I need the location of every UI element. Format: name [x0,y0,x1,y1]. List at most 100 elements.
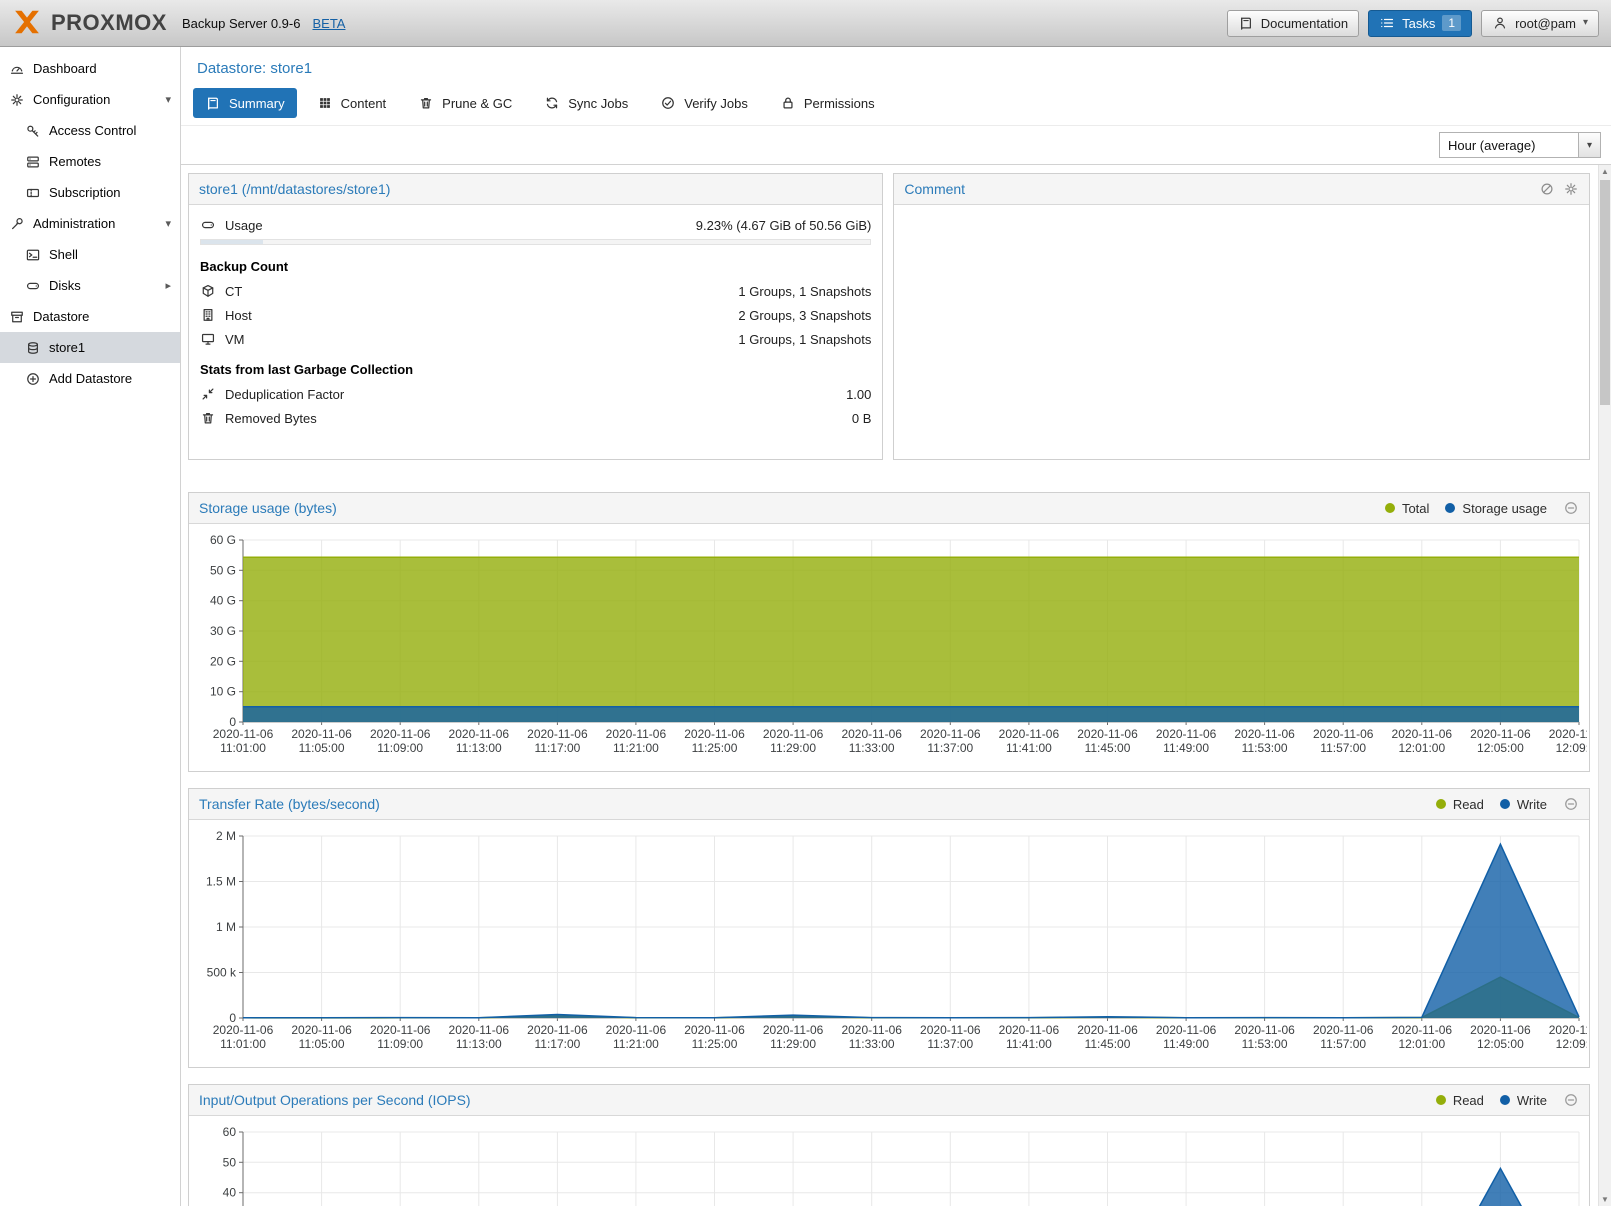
transfer-rate-chart-header: Transfer Rate (bytes/second) Read Write [189,789,1589,820]
gear-icon [9,92,25,108]
svg-text:2020-11-0611:21:00: 2020-11-0611:21:00 [606,1023,667,1051]
hdd-icon [25,278,41,294]
sidebar-item-datastore[interactable]: Datastore [0,301,180,332]
sidebar-item-store1[interactable]: store1 [0,332,180,363]
gear-icon[interactable] [1563,181,1579,197]
backup-count-row-vm: VM 1 Groups, 1 Snapshots [189,327,882,351]
sidebar-item-dashboard[interactable]: Dashboard [0,53,180,84]
sidebar-item-administration[interactable]: Administration ▾ [0,208,180,239]
tab-content[interactable]: Content [305,88,399,118]
storage-usage-chart-header: Storage usage (bytes) Total Storage usag… [189,493,1589,524]
transfer-rate-chart-title: Transfer Rate (bytes/second) [199,796,380,812]
svg-text:2020-11-0611:09:00: 2020-11-0611:09:00 [370,1023,431,1051]
svg-text:2020-11-0611:33:00: 2020-11-0611:33:00 [841,727,902,755]
vertical-scrollbar[interactable]: ▲ ▼ [1598,165,1611,1206]
chevron-down-icon[interactable]: ▾ [165,217,171,230]
svg-text:10 G: 10 G [210,685,236,699]
svg-text:2020-11-0611:05:00: 2020-11-0611:05:00 [291,727,352,755]
usage-progress-bar [200,239,871,245]
page-title: Datastore: store1 [181,47,1611,81]
svg-text:2020-11-0611:05:00: 2020-11-0611:05:00 [291,1023,352,1051]
chevron-down-icon[interactable]: ▾ [1578,133,1600,157]
servers-icon [25,154,41,170]
collapse-icon[interactable] [1563,500,1579,516]
legend-item-write[interactable]: Write [1500,1093,1547,1108]
timerange-select[interactable]: Hour (average) ▾ [1439,132,1601,158]
book-icon [1238,15,1254,31]
sidebar-item-disks[interactable]: Disks ▸ [0,270,180,301]
svg-text:0: 0 [229,1011,236,1025]
scroll-up-icon[interactable]: ▲ [1599,165,1611,178]
sync-icon [544,95,560,111]
tab-summary[interactable]: Summary [193,88,297,118]
comment-panel-body[interactable] [894,205,1589,221]
task-list-icon [1379,15,1395,31]
svg-text:2020-11-0611:57:00: 2020-11-0611:57:00 [1313,1023,1374,1051]
documentation-label: Documentation [1261,16,1348,31]
beta-link[interactable]: BETA [312,16,345,31]
svg-text:2020-11-0611:37:00: 2020-11-0611:37:00 [920,727,981,755]
sidebar-item-add-datastore[interactable]: Add Datastore [0,363,180,394]
tab-permissions[interactable]: Permissions [768,88,887,118]
svg-text:2020-11-0611:09:00: 2020-11-0611:09:00 [370,727,431,755]
legend-dot [1500,1095,1510,1105]
check-circle-icon [660,95,676,111]
svg-text:2020-11-0611:33:00: 2020-11-0611:33:00 [841,1023,902,1051]
wrench-icon [9,216,25,232]
sidebar-item-shell[interactable]: Shell [0,239,180,270]
svg-text:1.5 M: 1.5 M [206,875,236,889]
collapse-icon[interactable] [1563,1092,1579,1108]
scroll-down-icon[interactable]: ▼ [1599,1193,1611,1206]
sidebar-item-subscription[interactable]: Subscription [0,177,180,208]
svg-text:2020-11-0611:53:00: 2020-11-0611:53:00 [1234,727,1295,755]
legend-dot [1436,799,1446,809]
chevron-down-icon: ▾ [1583,18,1588,28]
svg-text:2020-11-0611:13:00: 2020-11-0611:13:00 [449,727,510,755]
tab-sync-jobs[interactable]: Sync Jobs [532,88,640,118]
iops-chart-title: Input/Output Operations per Second (IOPS… [199,1092,471,1108]
comment-panel: Comment [893,173,1590,460]
user-menu-button[interactable]: root@pam ▾ [1481,10,1599,37]
transfer-rate-chart: 2020-11-0611:01:002020-11-0611:05:002020… [189,820,1589,1067]
circle-slash-icon[interactable] [1539,181,1555,197]
svg-text:0: 0 [229,715,236,729]
body: Dashboard Configuration ▾ Access Control… [0,47,1611,1206]
gc-stats-heading: Stats from last Garbage Collection [189,351,882,382]
legend-item-read[interactable]: Read [1436,797,1484,812]
storage-usage-legend: Total Storage usage [1385,500,1579,516]
building-icon [200,307,216,323]
scrollbar-thumb[interactable] [1600,180,1610,405]
legend-item-total[interactable]: Total [1385,501,1429,516]
iops-chart-panel: Input/Output Operations per Second (IOPS… [188,1084,1590,1206]
chevron-down-icon[interactable]: ▾ [165,93,171,106]
sidebar-item-configuration[interactable]: Configuration ▾ [0,84,180,115]
tasks-button[interactable]: Tasks 1 [1368,10,1472,37]
tab-prune-gc[interactable]: Prune & GC [406,88,524,118]
sidebar-item-remotes[interactable]: Remotes [0,146,180,177]
svg-text:2020-11-0611:49:00: 2020-11-0611:49:00 [1156,1023,1217,1051]
chevron-right-icon[interactable]: ▸ [165,279,171,292]
storage-usage-chart-title: Storage usage (bytes) [199,500,337,516]
sidebar-item-access-control[interactable]: Access Control [0,115,180,146]
transfer-rate-legend: Read Write [1436,796,1579,812]
transfer-rate-chart-panel: Transfer Rate (bytes/second) Read Write [188,788,1590,1068]
iops-chart: 2020-11-0611:01:002020-11-0611:05:002020… [189,1116,1589,1206]
tab-verify-jobs[interactable]: Verify Jobs [648,88,760,118]
legend-item-read[interactable]: Read [1436,1093,1484,1108]
summary-toolbar: Hour (average) ▾ [181,125,1611,165]
datastore-usage-panel: store1 (/mnt/datastores/store1) Usage 9.… [188,173,883,460]
legend-item-storage-usage[interactable]: Storage usage [1445,501,1547,516]
legend-dot [1436,1095,1446,1105]
collapse-icon[interactable] [1563,796,1579,812]
svg-text:2020-11-0611:25:00: 2020-11-0611:25:00 [684,1023,745,1051]
svg-text:2020-11-0612:09:00: 2020-11-0612:09:00 [1549,727,1587,755]
content-area: store1 (/mnt/datastores/store1) Usage 9.… [181,165,1598,1206]
grid-icon [317,95,333,111]
dashboard-icon [9,61,25,77]
legend-dot [1500,799,1510,809]
usage-panel-body: Usage 9.23% (4.67 GiB of 50.56 GiB) Back… [189,205,882,438]
svg-text:2020-11-0611:41:00: 2020-11-0611:41:00 [999,1023,1060,1051]
documentation-button[interactable]: Documentation [1227,10,1359,37]
header: PROXMOX Backup Server 0.9-6 BETA Documen… [0,0,1611,47]
legend-item-write[interactable]: Write [1500,797,1547,812]
